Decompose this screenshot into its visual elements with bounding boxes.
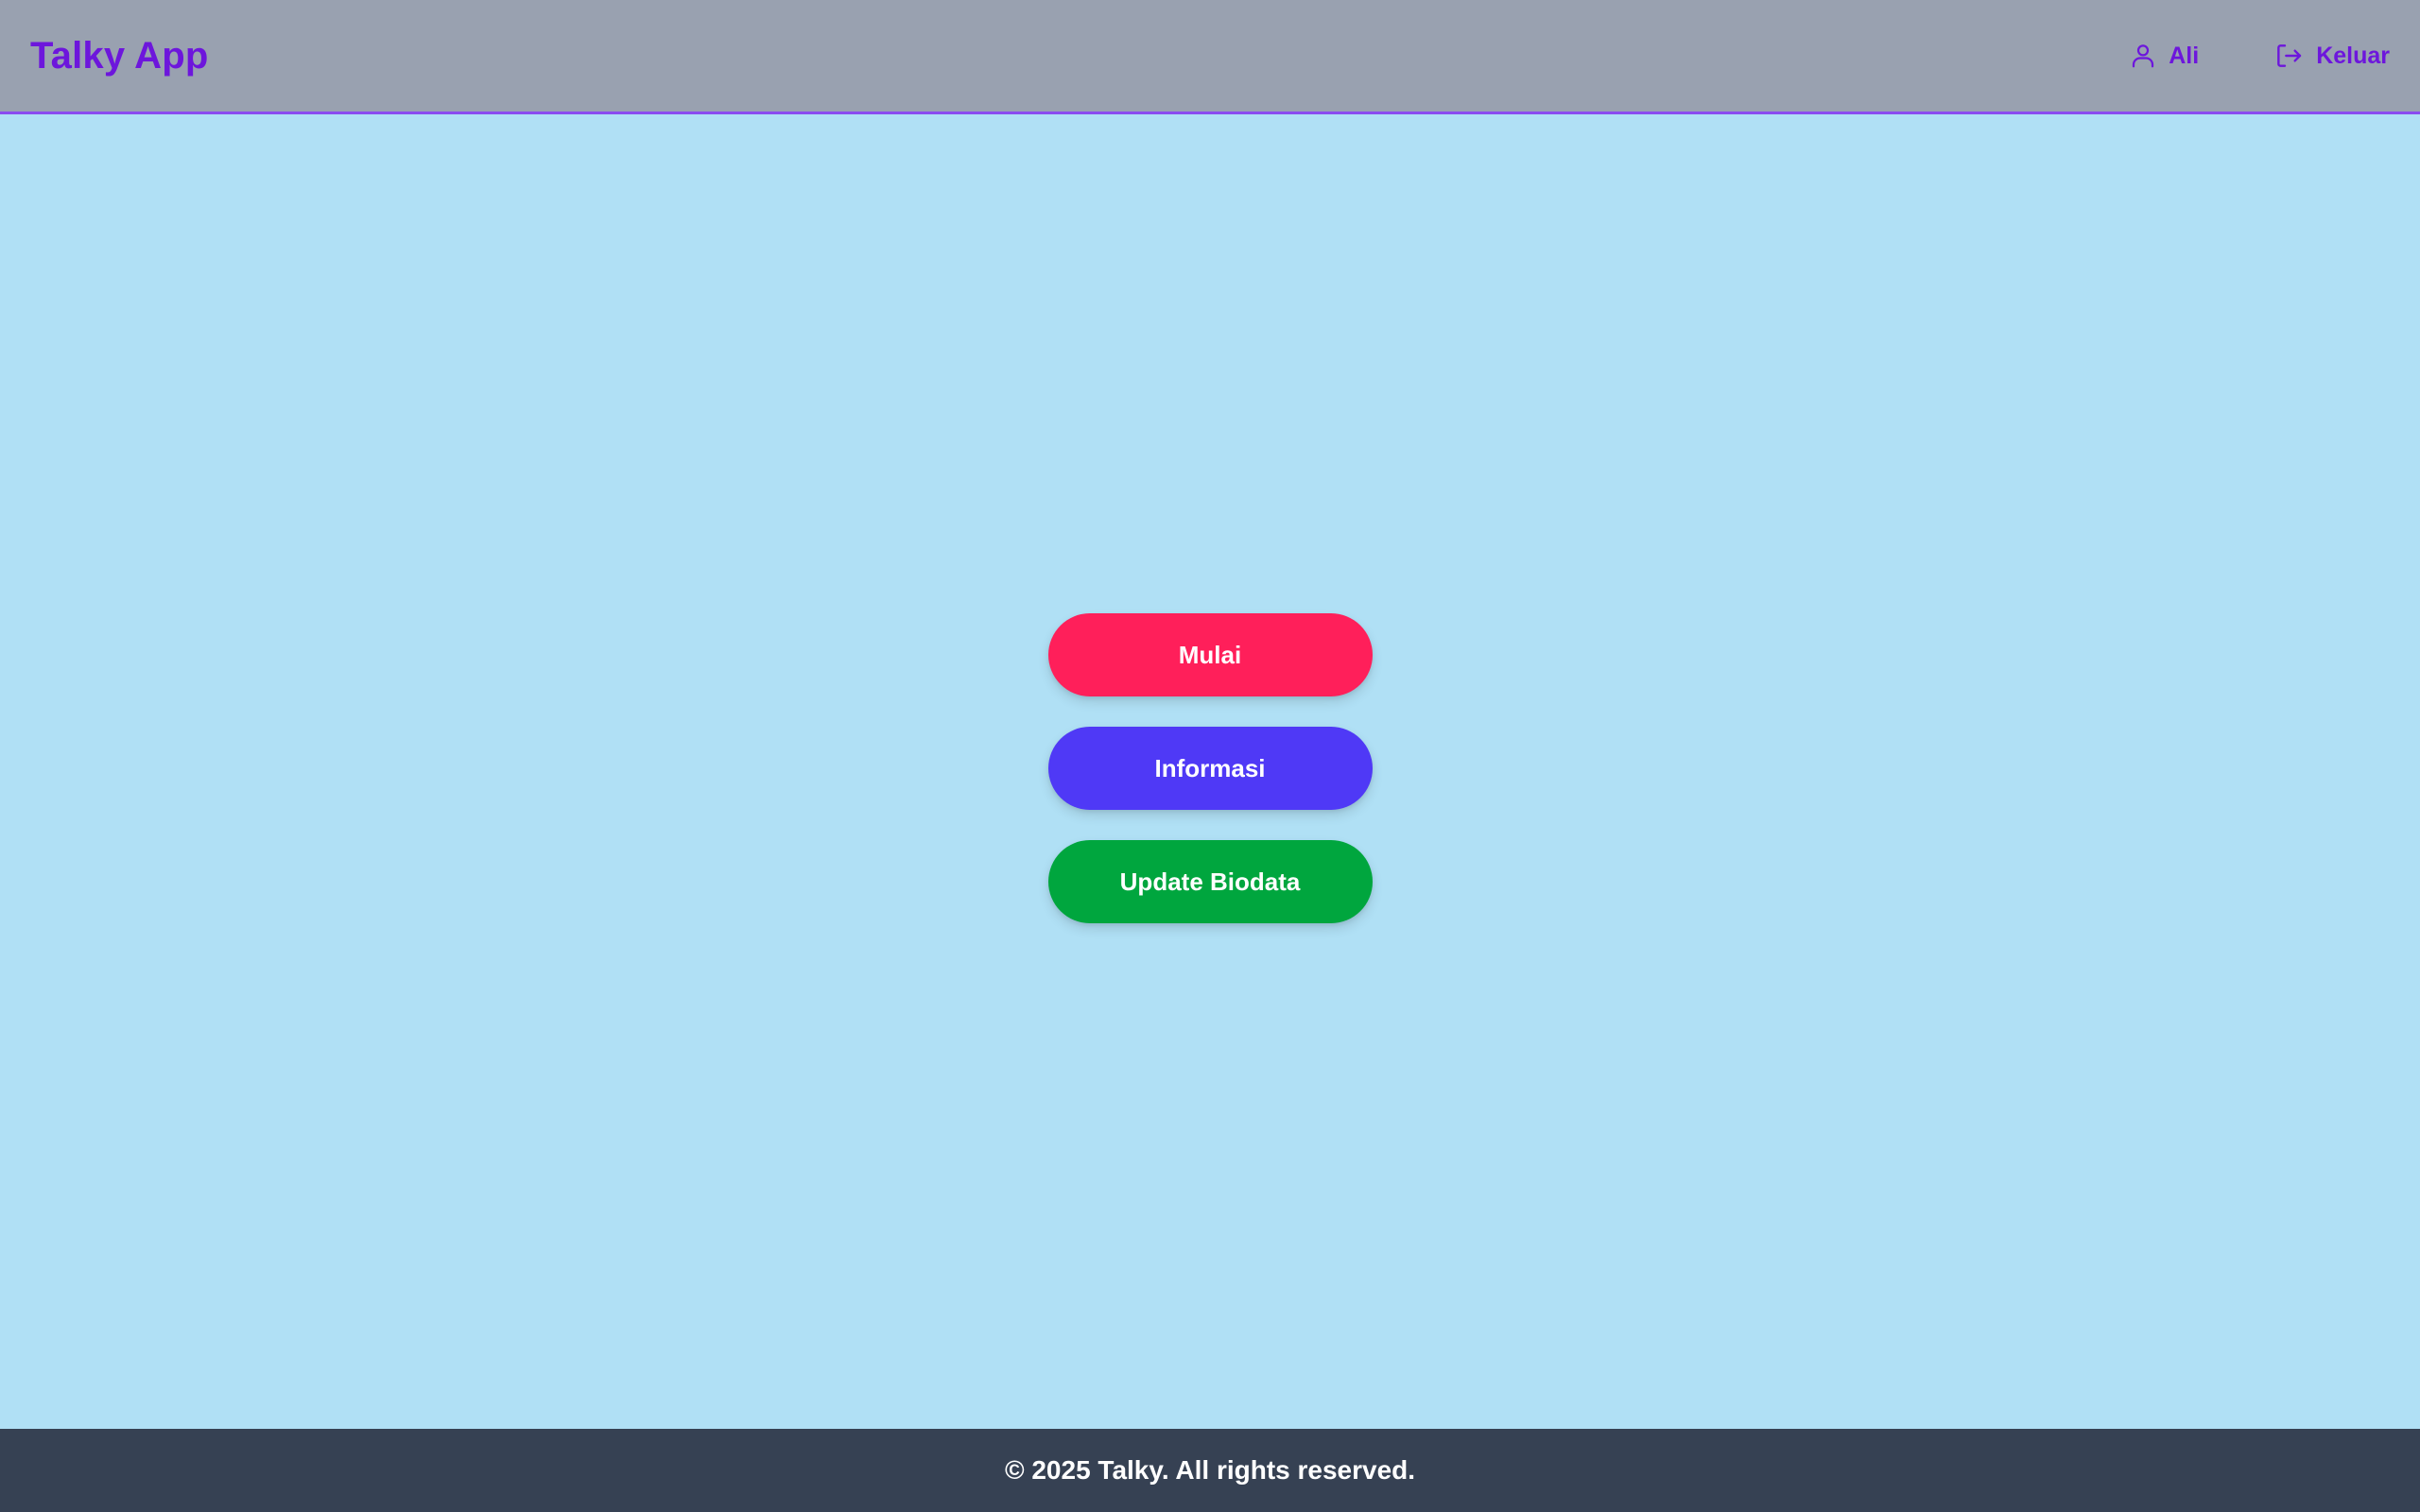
logout-link[interactable]: Keluar — [2273, 41, 2390, 71]
copyright-text: © 2025 Talky. All rights reserved. — [1004, 1455, 1416, 1485]
update-biodata-button[interactable]: Update Biodata — [1047, 840, 1373, 923]
logout-link-label: Keluar — [2316, 42, 2390, 69]
profile-link-label: Ali — [2169, 42, 2200, 69]
logout-icon — [2273, 41, 2305, 71]
menu-button-group: Mulai Informasi Update Biodata — [1047, 613, 1373, 923]
page-footer: © 2025 Talky. All rights reserved. — [0, 1429, 2420, 1512]
start-button[interactable]: Mulai — [1047, 613, 1373, 696]
profile-link[interactable]: Ali — [2129, 41, 2199, 71]
app-brand[interactable]: Talky App — [30, 35, 209, 77]
top-navbar: Talky App Ali Keluar — [0, 0, 2420, 114]
user-icon — [2129, 41, 2157, 71]
info-button[interactable]: Informasi — [1047, 727, 1373, 810]
nav-actions: Ali Keluar — [2129, 0, 2390, 112]
main-content: Mulai Informasi Update Biodata — [0, 117, 2420, 1429]
